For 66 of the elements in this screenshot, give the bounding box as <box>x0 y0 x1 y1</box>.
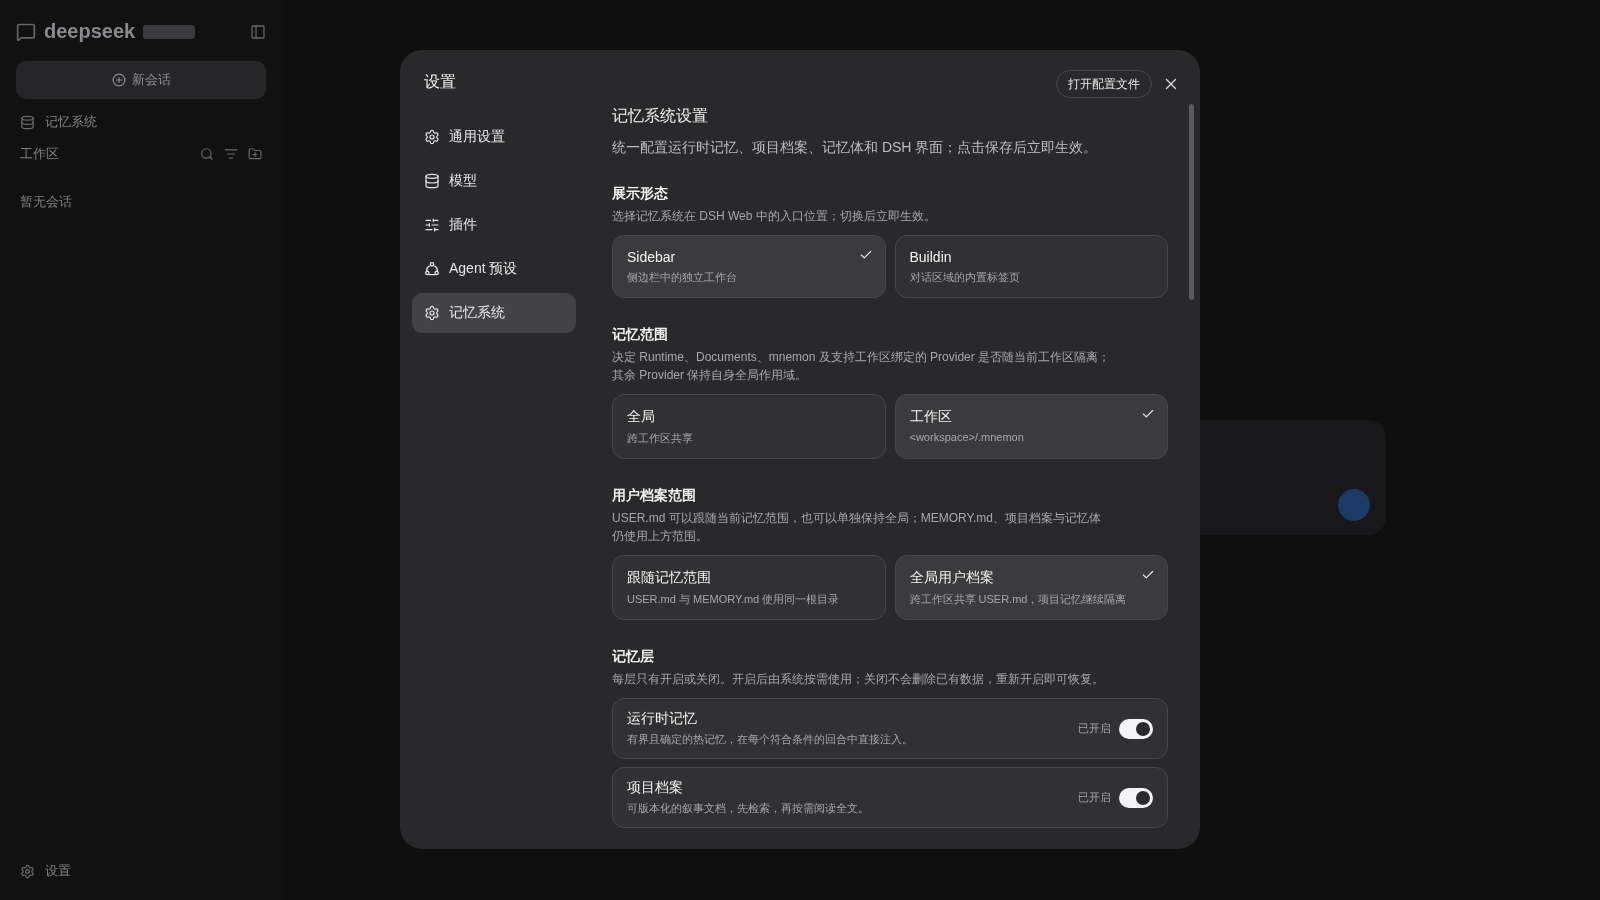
status-label: 已开启 <box>1078 721 1111 736</box>
nav-item[interactable]: 记忆系统 <box>412 293 576 333</box>
check-icon <box>858 248 873 262</box>
empty-text: 暂无会话 <box>20 193 72 211</box>
option-title: 全局 <box>627 408 655 426</box>
option-title: Sidebar <box>627 249 676 265</box>
layer-subtitle: 有界且确定的热记忆，在每个符合条件的回合中直接注入。 <box>627 732 913 747</box>
section-description: 选择记忆系统在 DSH Web 中的入口位置；切换后立即生效。 <box>612 208 937 225</box>
settings-icon <box>424 129 440 145</box>
option-title: 工作区 <box>909 408 952 426</box>
check-icon <box>1141 568 1155 582</box>
option-card[interactable]: Sidebar 侧边栏中的独立工作台 <box>612 235 886 298</box>
layer-subtitle: 可版本化的叙事文档，先检索，再按需阅读全文。 <box>627 801 869 816</box>
option-subtitle: 对话区域的内置标签页 <box>909 270 1021 285</box>
nav-item[interactable]: 模型 <box>412 161 576 201</box>
logo-icon <box>16 21 36 42</box>
workspace-label: 工作区 <box>20 145 59 163</box>
settings-icon[interactable] <box>20 863 35 879</box>
option-card[interactable]: 跟随记忆范围 USER.md 与 MEMORY.md 使用同一根目录 <box>612 555 886 620</box>
database-icon <box>424 173 440 189</box>
toggle-switch[interactable] <box>1119 718 1153 739</box>
option-card[interactable]: 全局用户档案 跨工作区共享 USER.md，项目记忆继续隔离 <box>894 555 1168 620</box>
sliders-icon <box>424 217 440 233</box>
panel-icon[interactable] <box>250 23 266 40</box>
scrollbar-thumb[interactable] <box>1189 104 1194 300</box>
plus-icon <box>111 73 126 87</box>
nav-item[interactable]: 通用设置 <box>412 117 576 157</box>
page-description: 统一配置运行时记忆、项目档案、记忆体和 DSH 界面；点击保存后立即生效。 <box>612 139 1099 157</box>
section-description: 每层只有开启或关闭。开启后由系统按需使用；关闭不会删除已有数据，重新开启即可恢复。 <box>612 671 1105 688</box>
nodes-icon <box>424 261 440 277</box>
toggle-switch[interactable] <box>1119 787 1153 808</box>
settings-link[interactable]: 设置 <box>45 862 71 880</box>
page-heading: 记忆系统设置 <box>612 106 709 126</box>
section-title: 展示形态 <box>612 185 669 203</box>
option-subtitle: 跨工作区共享 <box>627 431 694 446</box>
folder-icon[interactable] <box>248 147 262 161</box>
section-title: 用户档案范围 <box>612 487 697 505</box>
layer-title: 运行时记忆 <box>627 710 697 728</box>
settings-icon <box>424 305 440 321</box>
option-title: Buildin <box>909 249 952 265</box>
dialog-title: 设置 <box>423 72 457 92</box>
option-subtitle: 跨工作区共享 USER.md，项目记忆继续隔离 <box>909 592 1128 607</box>
option-subtitle: 侧边栏中的独立工作台 <box>627 270 738 285</box>
version-badge <box>143 24 196 39</box>
option-title: 跟随记忆范围 <box>627 569 711 587</box>
status-label: 已开启 <box>1078 790 1111 805</box>
database-icon <box>20 114 35 130</box>
filter-icon[interactable] <box>224 147 238 161</box>
section-title: 记忆范围 <box>612 326 669 344</box>
layer-title: 项目档案 <box>627 779 683 797</box>
nav-item[interactable]: Agent 预设 <box>412 249 576 289</box>
new-chat-button[interactable]: 新会话 <box>16 61 266 99</box>
option-card[interactable]: 工作区 <workspace>/.mnemon <box>894 394 1168 459</box>
brand-name: deepseek <box>44 20 136 43</box>
option-subtitle: <workspace>/.mnemon <box>909 431 1025 443</box>
nav-item[interactable]: 插件 <box>412 205 576 245</box>
option-card[interactable]: 全局 跨工作区共享 <box>612 394 886 459</box>
option-title: 全局用户档案 <box>909 569 994 587</box>
search-icon[interactable] <box>200 147 214 161</box>
section-title: 记忆层 <box>612 648 655 666</box>
option-subtitle: USER.md 与 MEMORY.md 使用同一根目录 <box>627 592 841 607</box>
check-icon <box>1141 407 1155 421</box>
section-description: 决定 Runtime、Documents、mnemon 及支持工作区绑定的 Provider 是否随当前工作区隔离；其余 Provider 保持自身全局作用域。 <box>612 349 1112 384</box>
memory-link[interactable]: 记忆系统 <box>45 113 97 131</box>
section-description: USER.md 可以跟随当前记忆范围，也可以单独保持全局；MEMORY.md、项目档案与记忆体仍使用上方范围。 <box>612 510 1102 545</box>
option-card[interactable]: Buildin 对话区域的内置标签页 <box>894 235 1168 298</box>
